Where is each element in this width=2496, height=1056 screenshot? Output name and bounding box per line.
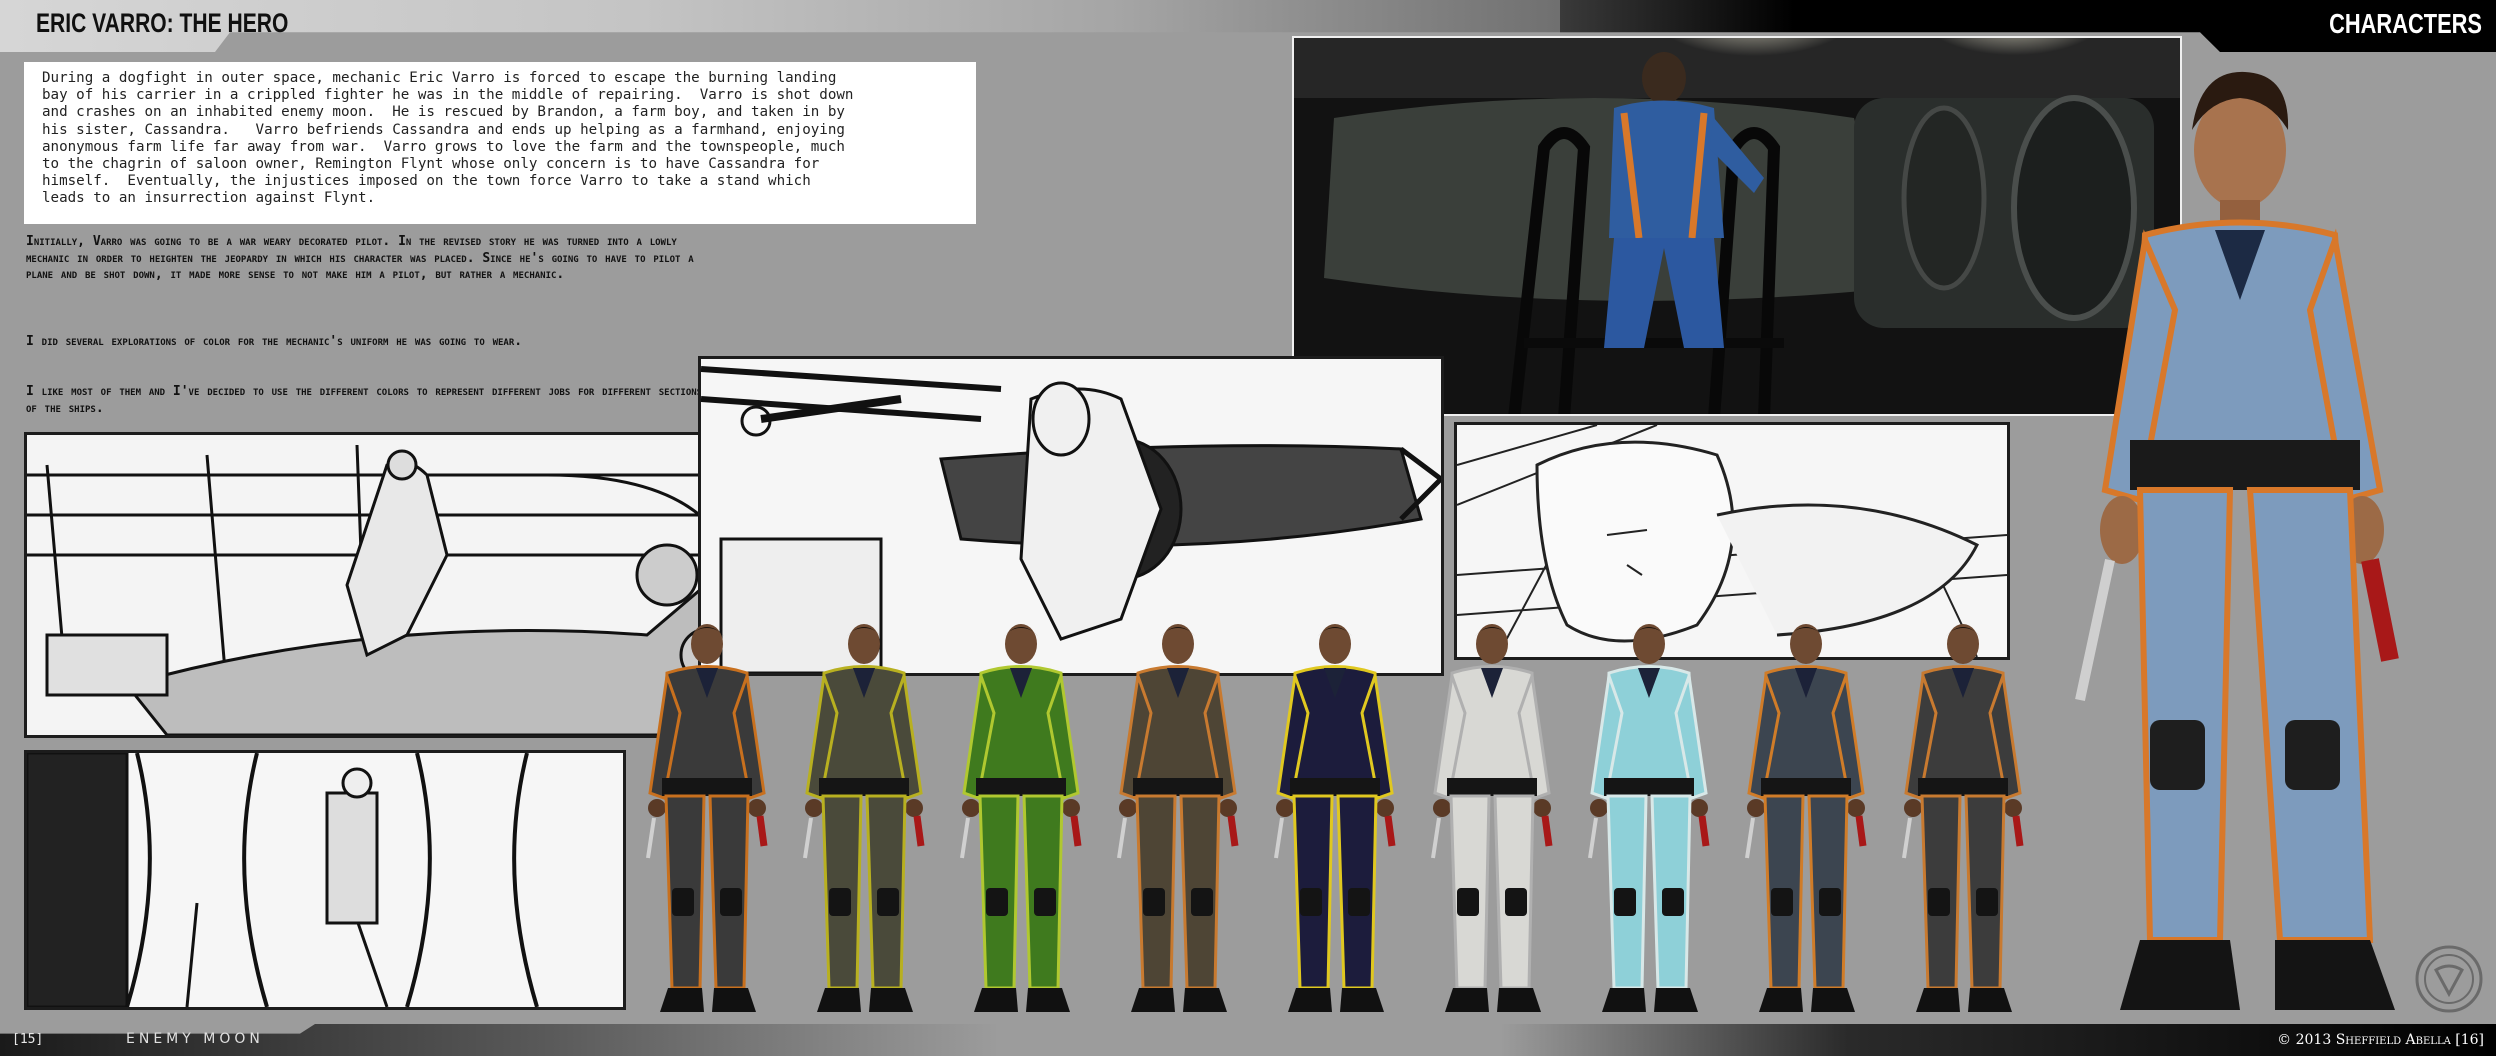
page-number-left: [15] <box>12 1032 44 1047</box>
uniform-variant-figure <box>1888 618 2038 1018</box>
hero-character-render <box>2050 60 2420 1020</box>
uniform-variant-figure <box>1417 618 1567 1018</box>
uniform-variant-figure <box>1731 618 1881 1018</box>
page-title: ERIC VARRO: THE HERO <box>36 8 289 38</box>
synopsis-text: During a dogfight in outer space, mechan… <box>24 62 976 224</box>
note-paragraph-3: I like most of them and I've decided to … <box>26 384 703 416</box>
note-paragraph-1: Initially, Varro was going to be a war w… <box>26 234 694 282</box>
storyboard-sketch-cockpit-interior <box>24 750 626 1010</box>
section-title: CHARACTERS <box>2329 8 2482 39</box>
artist-seal-logo <box>2414 944 2484 1014</box>
uniform-variant-figure <box>1574 618 1724 1018</box>
uniform-variant-figure <box>1103 618 1253 1018</box>
uniform-variant-figure <box>789 618 939 1018</box>
note-paragraph-2: I did several explorations of color for … <box>26 334 523 349</box>
enemy-moon-logo: ENEMY MOON <box>126 1031 264 1047</box>
uniform-variant-figure <box>946 618 1096 1018</box>
uniform-variant-figure <box>632 618 782 1018</box>
copyright-text: © 2013 Sheffield Abella [16] <box>2277 1032 2484 1048</box>
uniform-variant-figure <box>1260 618 1410 1018</box>
